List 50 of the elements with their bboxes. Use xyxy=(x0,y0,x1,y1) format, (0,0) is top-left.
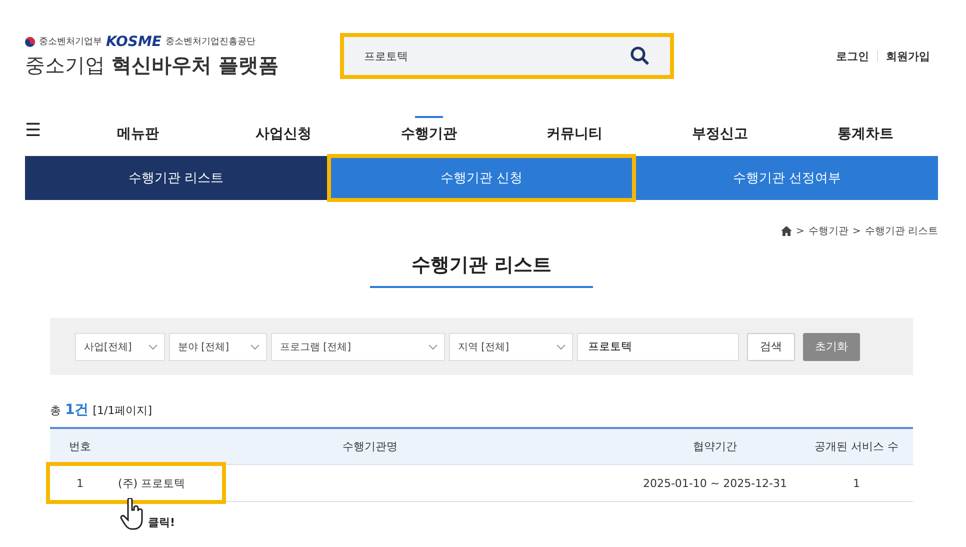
site-title[interactable]: 중소기업 혁신바우처 플랫폼 xyxy=(25,52,340,78)
filter-select[interactable]: 사업[전체] xyxy=(75,332,165,360)
table-cell-text: (주) 프로토텍 xyxy=(117,476,186,490)
chevron-down-icon xyxy=(428,344,438,350)
chevron-down-icon xyxy=(556,344,566,350)
result-count: 1건 xyxy=(65,401,89,419)
search-field[interactable]: 프로토텍 xyxy=(344,37,670,75)
agency-logo: KOSME xyxy=(106,34,162,50)
chevron-down-icon xyxy=(250,344,260,350)
breadcrumb-separator: > xyxy=(852,226,861,236)
ministry-name: 중소벤처기업부 xyxy=(39,36,102,48)
table-cell-text: 1 xyxy=(852,476,861,490)
emblem-icon xyxy=(25,36,35,46)
home-icon[interactable] xyxy=(781,226,792,236)
filter-select[interactable]: 분야 [전체] xyxy=(169,332,267,360)
keyword-field[interactable]: 프로토텍 xyxy=(577,332,739,360)
reset-button[interactable]: 초기화 xyxy=(803,332,860,360)
breadcrumb-separator: > xyxy=(796,226,804,236)
header-link[interactable]: 회원가입 xyxy=(878,48,938,64)
search-icon[interactable] xyxy=(630,46,650,66)
column-header: 협약기간 xyxy=(692,439,738,454)
pointing-hand-icon xyxy=(120,498,146,530)
page-title: 수행기관 리스트 xyxy=(370,252,594,288)
sub-tab[interactable]: 수행기관 선정여부 xyxy=(636,156,938,200)
nav-item[interactable]: 사업신청 xyxy=(255,124,312,144)
breadcrumb-item[interactable]: 수행기관 리스트 xyxy=(864,224,938,238)
sub-tab[interactable]: 수행기관 리스트 xyxy=(25,156,327,200)
breadcrumb-item[interactable]: 수행기관 xyxy=(808,224,848,238)
header-link[interactable]: 로그인 xyxy=(828,48,877,64)
filter-select[interactable]: 프로그램 [전체] xyxy=(271,332,445,360)
total-label: 총 xyxy=(50,403,61,418)
column-header: 수행기관명 xyxy=(342,439,398,454)
search-button[interactable]: 검색 xyxy=(747,332,795,360)
nav-item[interactable]: 수행기관 xyxy=(400,124,457,144)
table-cell-text: 2025-01-10 ~ 2025-12-31 xyxy=(642,476,788,490)
nav-item[interactable]: 커뮤니티 xyxy=(546,124,602,144)
nav-item[interactable]: 부정신고 xyxy=(692,124,748,144)
sub-tab[interactable]: 수행기관 신청 xyxy=(326,154,636,202)
search-input[interactable]: 프로토텍 xyxy=(364,41,630,71)
menu-icon[interactable]: ☰ xyxy=(25,120,65,140)
table-cell-text: 1 xyxy=(76,476,84,490)
chevron-down-icon xyxy=(148,344,158,350)
nav-item[interactable]: 통계차트 xyxy=(837,124,894,144)
click-label: 클릭! xyxy=(148,515,176,530)
nav-item[interactable]: 메뉴판 xyxy=(116,124,159,144)
filter-select[interactable]: 지역 [전체] xyxy=(449,332,573,360)
column-header: 번호 xyxy=(68,439,92,454)
page-info: [1/1페이지] xyxy=(92,403,152,418)
column-header: 공개된 서비스 수 xyxy=(814,439,900,454)
agency-name: 중소벤처기업진흥공단 xyxy=(165,36,256,48)
